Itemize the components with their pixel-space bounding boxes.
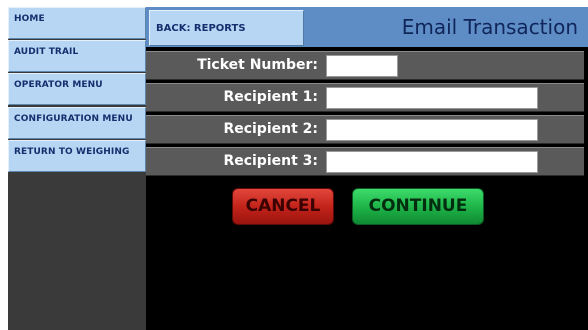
continue-button[interactable]: CONTINUE <box>352 188 484 225</box>
operator-menu-button[interactable]: OPERATOR MENU <box>8 73 146 105</box>
recipient-2-input[interactable] <box>326 119 538 141</box>
recipient-2-label: Recipient 2: <box>223 121 318 137</box>
recipient-1-label: Recipient 1: <box>223 89 318 105</box>
main-panel: BACK: REPORTS Email Transaction Ticket N… <box>146 7 588 330</box>
recipient-2-row: Recipient 2: <box>146 115 584 144</box>
ticket-number-label: Ticket Number: <box>197 57 318 73</box>
home-button[interactable]: HOME <box>8 7 146 39</box>
recipient-1-row: Recipient 1: <box>146 83 584 112</box>
recipient-1-input[interactable] <box>326 87 538 109</box>
return-to-weighing-button[interactable]: RETURN TO WEIGHING <box>8 140 146 172</box>
configuration-menu-button[interactable]: CONFIGURATION MENU <box>8 107 146 139</box>
sidebar: HOME AUDIT TRAIL OPERATOR MENU CONFIGURA… <box>8 7 146 330</box>
recipient-3-label: Recipient 3: <box>223 153 318 169</box>
ticket-number-row: Ticket Number: <box>146 51 584 80</box>
header-bar: BACK: REPORTS Email Transaction <box>146 7 588 47</box>
recipient-3-input[interactable] <box>326 151 538 173</box>
audit-trail-button[interactable]: AUDIT TRAIL <box>8 40 146 72</box>
cancel-button[interactable]: CANCEL <box>232 188 334 225</box>
back-reports-button[interactable]: BACK: REPORTS <box>149 10 304 46</box>
page-title: Email Transaction <box>401 15 578 39</box>
ticket-number-input[interactable] <box>326 55 398 77</box>
recipient-3-row: Recipient 3: <box>146 147 584 176</box>
